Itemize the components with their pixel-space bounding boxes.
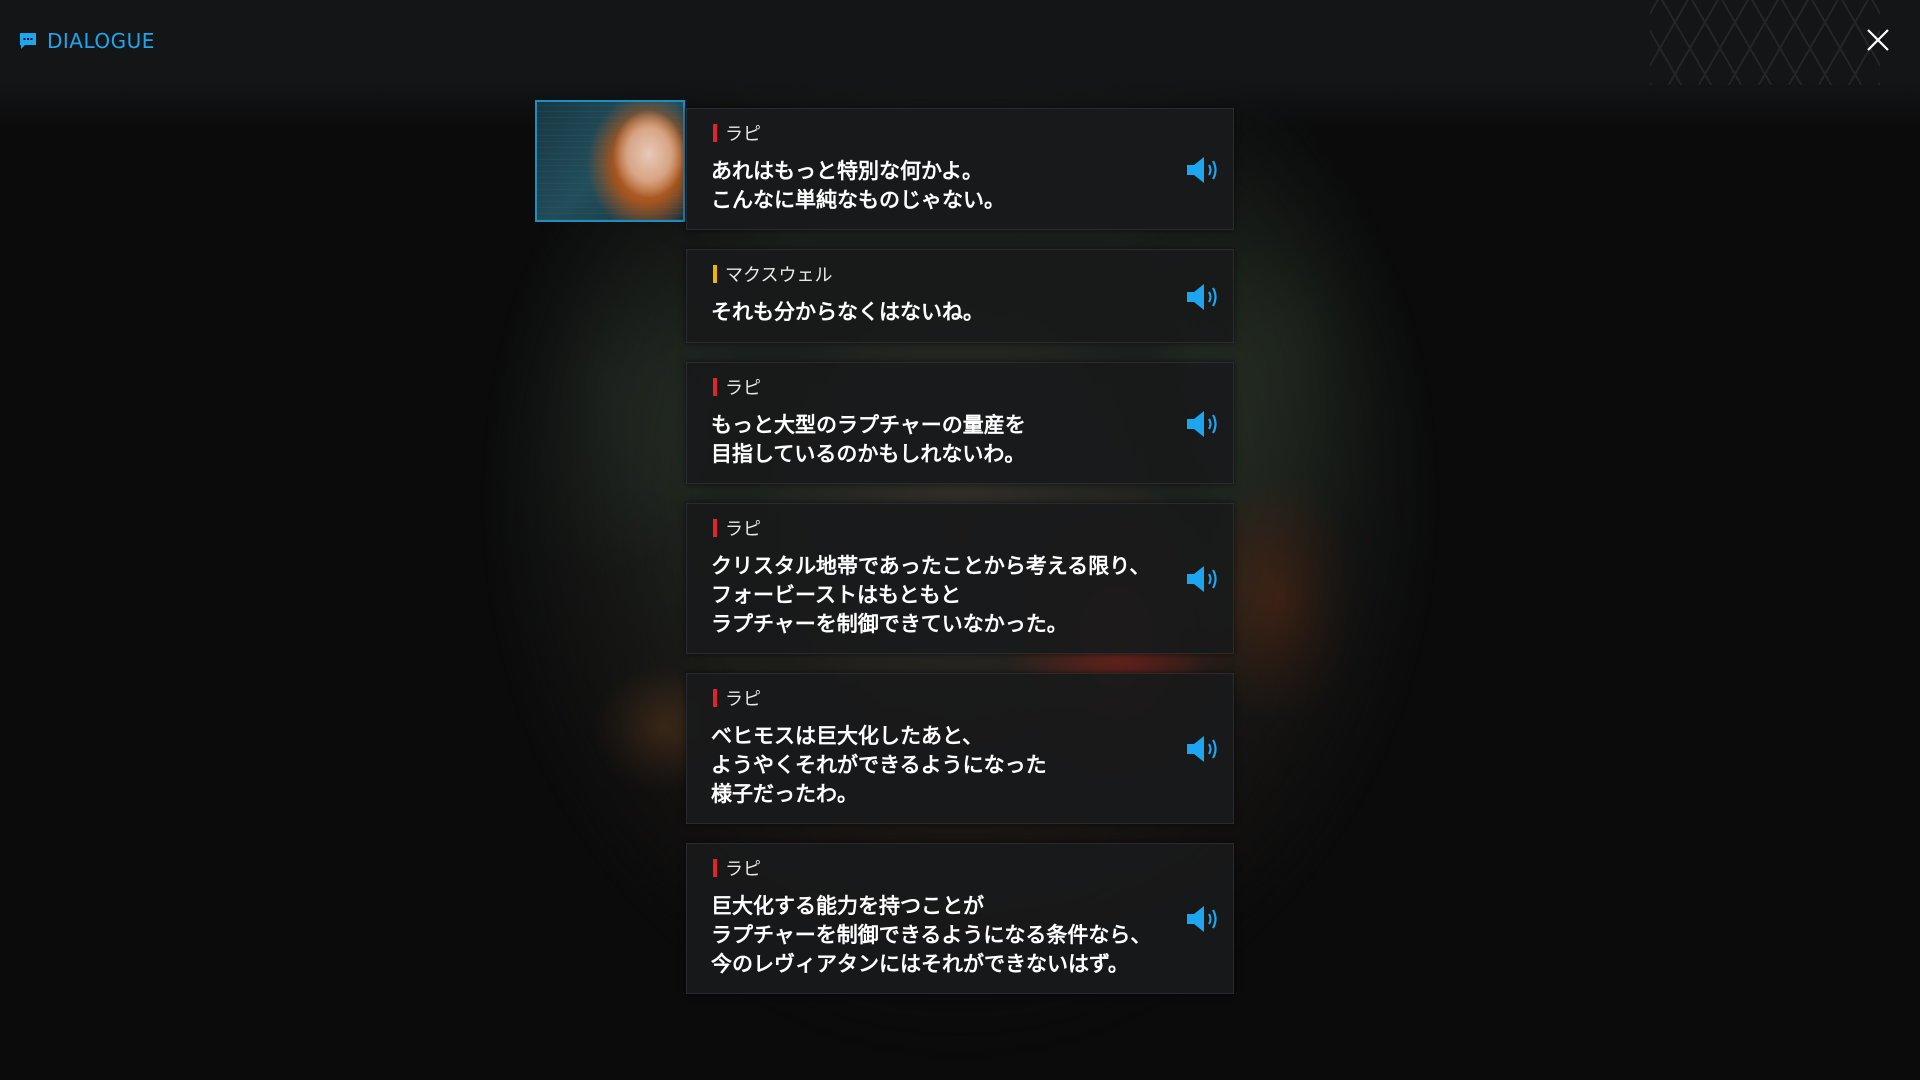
play-voice-button[interactable] <box>1185 281 1223 313</box>
speaker-label: ラピ <box>713 376 761 399</box>
play-voice-button[interactable] <box>1185 733 1223 765</box>
dialogue-log-screen: DIALOGUE ラピ あれはもっと特別な何かよ。 こんなに単純なものじゃない。 <box>0 0 1920 1080</box>
speaker-label: ラピ <box>713 122 761 145</box>
speaker-icon <box>1187 566 1217 592</box>
speaker-color-bar <box>713 859 717 877</box>
dialogue-text: それも分からなくはないね。 <box>711 300 984 324</box>
dialogue-text: 巨大化する能力を持つことが ラプチャーを制御できるようになる条件なら、 今のレヴ… <box>711 894 1152 976</box>
close-icon <box>1867 29 1889 51</box>
speaker-label: ラピ <box>713 517 761 540</box>
header-decoration <box>1650 0 1880 85</box>
close-button[interactable] <box>1862 24 1894 56</box>
speaker-portrait <box>535 100 685 222</box>
header: DIALOGUE <box>18 26 155 56</box>
play-voice-button[interactable] <box>1185 903 1223 935</box>
speaker-icon <box>1187 736 1217 762</box>
play-voice-button[interactable] <box>1185 408 1223 440</box>
dialogue-entry: ラピ 巨大化する能力を持つことが ラプチャーを制御できるようになる条件なら、 今… <box>686 843 1234 994</box>
play-voice-button[interactable] <box>1185 563 1223 595</box>
play-voice-button[interactable] <box>1185 154 1223 186</box>
speaker-name: ラピ <box>725 378 761 399</box>
dialogue-text: あれはもっと特別な何かよ。 こんなに単純なものじゃない。 <box>711 159 1005 212</box>
dialogue-entry: ラピ クリスタル地帯であったことから考える限り、 フォービーストはもともと ラプ… <box>686 503 1234 654</box>
speaker-label: ラピ <box>713 687 761 710</box>
speaker-color-bar <box>713 689 717 707</box>
chat-bubble-icon <box>20 33 36 49</box>
speaker-name: ラピ <box>725 519 761 540</box>
speaker-color-bar <box>713 378 717 396</box>
speaker-name: ラピ <box>725 124 761 145</box>
speaker-label: ラピ <box>713 857 761 880</box>
dialogue-text: もっと大型のラプチャーの量産を 目指しているのかもしれないわ。 <box>711 413 1026 466</box>
dialogue-text: ベヒモスは巨大化したあと、 ようやくそれができるようになった 様子だったわ。 <box>711 724 1047 806</box>
speaker-color-bar <box>713 519 717 537</box>
speaker-icon <box>1187 157 1217 183</box>
dialogue-entry: ラピ もっと大型のラプチャーの量産を 目指しているのかもしれないわ。 <box>686 362 1234 484</box>
dialogue-entry: ラピ ベヒモスは巨大化したあと、 ようやくそれができるようになった 様子だったわ… <box>686 673 1234 824</box>
speaker-color-bar <box>713 265 717 283</box>
speaker-name: ラピ <box>725 689 761 710</box>
dialogue-entry: ラピ あれはもっと特別な何かよ。 こんなに単純なものじゃない。 <box>686 108 1234 230</box>
speaker-label: マクスウェル <box>713 263 833 286</box>
speaker-color-bar <box>713 124 717 142</box>
speaker-icon <box>1187 906 1217 932</box>
dialogue-entry: マクスウェル それも分からなくはないね。 <box>686 249 1234 343</box>
speaker-icon <box>1187 411 1217 437</box>
speaker-icon <box>1187 284 1217 310</box>
page-title: DIALOGUE <box>47 29 155 53</box>
dialogue-text: クリスタル地帯であったことから考える限り、 フォービーストはもともと ラプチャー… <box>711 554 1151 636</box>
speaker-name: ラピ <box>725 859 761 880</box>
speaker-name: マクスウェル <box>725 265 833 286</box>
